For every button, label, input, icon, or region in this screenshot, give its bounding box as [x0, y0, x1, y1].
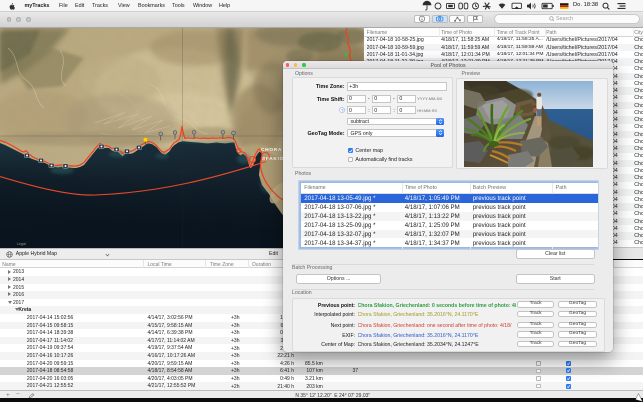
svg-text:Legal: Legal [17, 242, 26, 246]
svg-text:CHORA: CHORA [261, 147, 282, 153]
